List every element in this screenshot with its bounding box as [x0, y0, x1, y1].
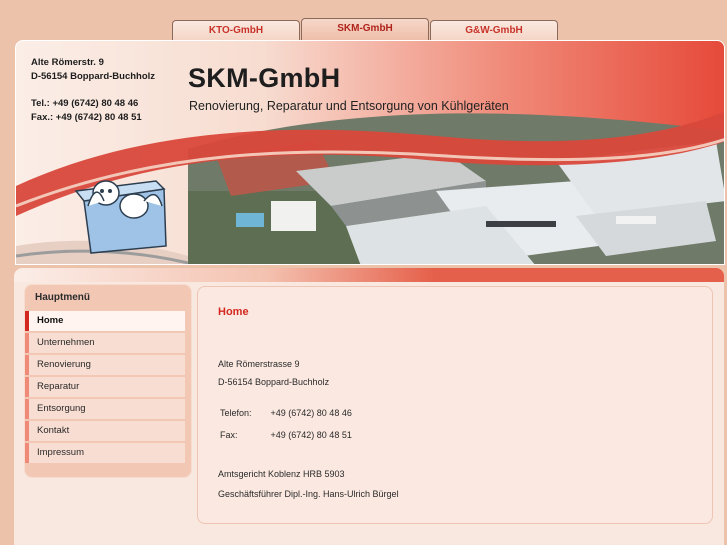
- menu-title: Hauptmenü: [35, 292, 90, 303]
- menu-item-entsorgung[interactable]: Entsorgung: [25, 399, 185, 419]
- menu-item-unternehmen[interactable]: Unternehmen: [25, 333, 185, 353]
- phone-label: Telefon:: [220, 408, 252, 418]
- page-heading: Home: [218, 306, 249, 318]
- fax-label: Fax:: [220, 430, 238, 440]
- phone-value: +49 (6742) 80 48 46: [270, 408, 352, 418]
- fax-value: +49 (6742) 80 48 51: [270, 430, 352, 440]
- address-city: D-56154 Boppard-Buchholz: [31, 71, 156, 82]
- address-street: Alte Römerstr. 9: [31, 57, 104, 68]
- tab-skm-gmbh[interactable]: SKM-GmbH: [301, 18, 429, 40]
- fridge-mascot-icon: [74, 180, 167, 254]
- tab-gw-gmbh[interactable]: G&W-GmbH: [430, 20, 558, 40]
- header-address: Alte Römerstr. 9 D-56154 Boppard-Buchhol…: [31, 56, 155, 125]
- contact-street: Alte Römerstrasse 9: [218, 359, 300, 369]
- court-registration: Amtsgericht Koblenz HRB 5903: [218, 469, 345, 479]
- site-tabs: KTO-GmbH SKM-GmbH G&W-GmbH: [172, 18, 558, 40]
- main-content: Home Alte Römerstrasse 9 D-56154 Boppard…: [197, 286, 713, 524]
- menu-item-home[interactable]: Home: [25, 311, 185, 331]
- tab-kto-gmbh[interactable]: KTO-GmbH: [172, 20, 300, 40]
- header-banner: Alte Römerstr. 9 D-56154 Boppard-Buchhol…: [15, 40, 725, 265]
- managing-director: Geschäftsführer Dipl.-Ing. Hans-Ulrich B…: [218, 489, 399, 499]
- menu-item-impressum[interactable]: Impressum: [25, 443, 185, 463]
- fax-row: Fax: +49 (6742) 80 48 51: [220, 430, 352, 440]
- menu-item-reparatur[interactable]: Reparatur: [25, 377, 185, 397]
- menu-item-renovierung[interactable]: Renovierung: [25, 355, 185, 375]
- site-subtitle: Renovierung, Reparatur und Entsorgung vo…: [189, 99, 509, 113]
- header-fax: Fax.: +49 (6742) 80 48 51: [31, 112, 142, 123]
- header-phone: Tel.: +49 (6742) 80 48 46: [31, 98, 139, 109]
- main-menu: Hauptmenü Home Unternehmen Renovierung R…: [24, 284, 192, 478]
- aerial-photo: [188, 113, 724, 264]
- phone-row: Telefon: +49 (6742) 80 48 46: [220, 408, 352, 418]
- site-title: SKM-GmbH: [188, 63, 341, 93]
- menu-item-kontakt[interactable]: Kontakt: [25, 421, 185, 441]
- contact-city: D-56154 Boppard-Buchholz: [218, 377, 330, 387]
